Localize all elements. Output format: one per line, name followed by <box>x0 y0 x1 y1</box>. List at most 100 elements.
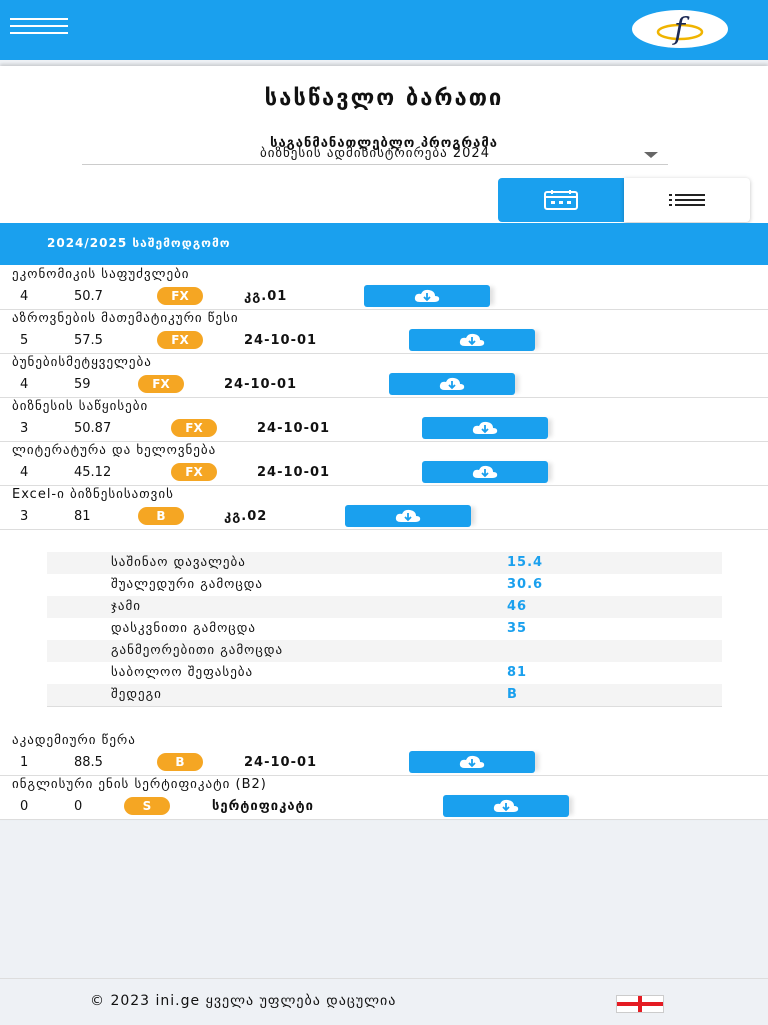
details-value: 81 <box>507 665 528 680</box>
georgia-flag-icon[interactable] <box>616 995 664 1013</box>
study-card: სასწავლო ბარათი საგანმანათლებლო პროგრამა… <box>0 66 768 820</box>
grade-details-table: საშინაო დავალება 15.4 შუალედური გამოცდა … <box>47 552 722 707</box>
course-row[interactable]: ლიტერატურა და ხელოვნება 4 45.12 FX 24-10… <box>0 441 768 486</box>
grade-badge: FX <box>171 419 217 437</box>
course-date: 24-10-01 <box>224 377 298 392</box>
program-select-value: ბიზნესის ადმინისტრირება 2024 <box>260 146 490 161</box>
list-icon <box>669 194 705 206</box>
course-date: 24-10-01 <box>257 465 331 480</box>
logo-icon: f <box>656 12 704 46</box>
course-name: Excel-ი ბიზნესისათვის <box>12 487 174 502</box>
course-score: 50.87 <box>74 421 112 436</box>
course-name: ბუნებისმეტყველება <box>12 355 152 370</box>
download-button[interactable] <box>443 795 569 817</box>
details-row: შუალედური გამოცდა 30.6 <box>47 574 722 596</box>
grade-badge: B <box>157 753 203 771</box>
course-date: 24-10-01 <box>257 421 331 436</box>
details-value: 30.6 <box>507 577 544 592</box>
course-date: კგ.02 <box>224 509 268 524</box>
grade-badge: FX <box>171 463 217 481</box>
details-value: B <box>507 687 518 702</box>
logo-text: f <box>672 12 690 46</box>
details-row: შედეგი B <box>47 684 722 707</box>
details-value: 15.4 <box>507 555 544 570</box>
course-row[interactable]: ბუნებისმეტყველება 4 59 FX 24-10-01 <box>0 353 768 398</box>
course-name: ლიტერატურა და ხელოვნება <box>12 443 217 458</box>
cloud-download-icon <box>493 799 519 812</box>
details-label: საშინაო დავალება <box>111 555 246 570</box>
course-name: ბიზნესის საწყისები <box>12 399 149 414</box>
course-date: სერტიფიკატი <box>212 799 314 814</box>
download-button[interactable] <box>409 751 535 773</box>
course-credits: 1 <box>20 755 29 770</box>
course-row[interactable]: ინგლისური ენის სერტიფიკატი (B2) 0 0 S სე… <box>0 775 768 820</box>
footer: © 2023 ini.ge ყველა უფლება დაცულია <box>0 978 768 1025</box>
course-date: 24-10-01 <box>244 755 318 770</box>
top-bar: f <box>0 0 768 60</box>
download-button[interactable] <box>422 417 548 439</box>
details-value: 46 <box>507 599 528 614</box>
page-title: სასწავლო ბარათი <box>264 86 504 111</box>
grade-badge: S <box>124 797 170 815</box>
cloud-download-icon <box>459 755 485 768</box>
course-name: ეკონომიკის საფუძვლები <box>12 267 190 282</box>
details-label: საბოლოო შეფასება <box>111 665 254 680</box>
details-row: საშინაო დავალება 15.4 <box>47 552 722 574</box>
course-credits: 0 <box>20 799 29 814</box>
logo[interactable]: f <box>632 10 728 48</box>
course-credits: 3 <box>20 509 29 524</box>
details-label: განმეორებითი გამოცდა <box>111 643 284 658</box>
cloud-download-icon <box>439 377 465 390</box>
details-label: შედეგი <box>111 687 162 702</box>
download-button[interactable] <box>389 373 515 395</box>
cloud-download-icon <box>395 509 421 522</box>
details-row: დასკვნითი გამოცდა 35 <box>47 618 722 640</box>
course-date: 24-10-01 <box>244 333 318 348</box>
details-row: ჯამი 46 <box>47 596 722 618</box>
course-row[interactable]: ეკონომიკის საფუძვლები 4 50.7 FX კგ.01 <box>0 265 768 310</box>
hamburger-icon[interactable] <box>10 18 68 34</box>
course-row[interactable]: Excel-ი ბიზნესისათვის 3 81 B კგ.02 <box>0 485 768 530</box>
course-score: 88.5 <box>74 755 103 770</box>
calendar-icon <box>544 190 578 210</box>
course-credits: 5 <box>20 333 29 348</box>
semester-title: 2024/2025 საშემოდგომო <box>47 236 231 250</box>
details-value: 35 <box>507 621 528 636</box>
course-row[interactable]: აზროვნების მათემატიკური წესი 5 57.5 FX 2… <box>0 309 768 354</box>
semester-header[interactable]: 2024/2025 საშემოდგომო <box>0 223 768 265</box>
list-view-button[interactable] <box>624 178 750 222</box>
course-credits: 3 <box>20 421 29 436</box>
course-row[interactable]: ბიზნესის საწყისები 3 50.87 FX 24-10-01 <box>0 397 768 442</box>
details-label: შუალედური გამოცდა <box>111 577 264 592</box>
course-row[interactable]: აკადემიური წერა 1 88.5 B 24-10-01 <box>0 731 768 776</box>
details-row: საბოლოო შეფასება 81 <box>47 662 722 684</box>
cloud-download-icon <box>459 333 485 346</box>
course-credits: 4 <box>20 465 29 480</box>
course-name: აზროვნების მათემატიკური წესი <box>12 311 239 326</box>
cloud-download-icon <box>472 465 498 478</box>
details-label: ჯამი <box>111 599 142 614</box>
download-button[interactable] <box>364 285 490 307</box>
grade-badge: B <box>138 507 184 525</box>
course-score: 59 <box>74 377 91 392</box>
grade-badge: FX <box>157 287 203 305</box>
course-credits: 4 <box>20 377 29 392</box>
course-score: 81 <box>74 509 91 524</box>
course-name: აკადემიური წერა <box>12 733 136 748</box>
grade-badge: FX <box>157 331 203 349</box>
cloud-download-icon <box>414 289 440 302</box>
download-button[interactable] <box>345 505 471 527</box>
cloud-download-icon <box>472 421 498 434</box>
course-date: კგ.01 <box>244 289 288 304</box>
course-score: 57.5 <box>74 333 103 348</box>
course-name: ინგლისური ენის სერტიფიკატი (B2) <box>12 777 267 792</box>
chevron-down-icon <box>644 152 658 158</box>
grade-badge: FX <box>138 375 184 393</box>
details-row: განმეორებითი გამოცდა <box>47 640 722 662</box>
program-select[interactable]: ბიზნესის ადმინისტრირება 2024 <box>82 146 668 165</box>
course-score: 0 <box>74 799 83 814</box>
download-button[interactable] <box>422 461 548 483</box>
calendar-view-button[interactable] <box>498 178 624 222</box>
details-label: დასკვნითი გამოცდა <box>111 621 256 636</box>
download-button[interactable] <box>409 329 535 351</box>
